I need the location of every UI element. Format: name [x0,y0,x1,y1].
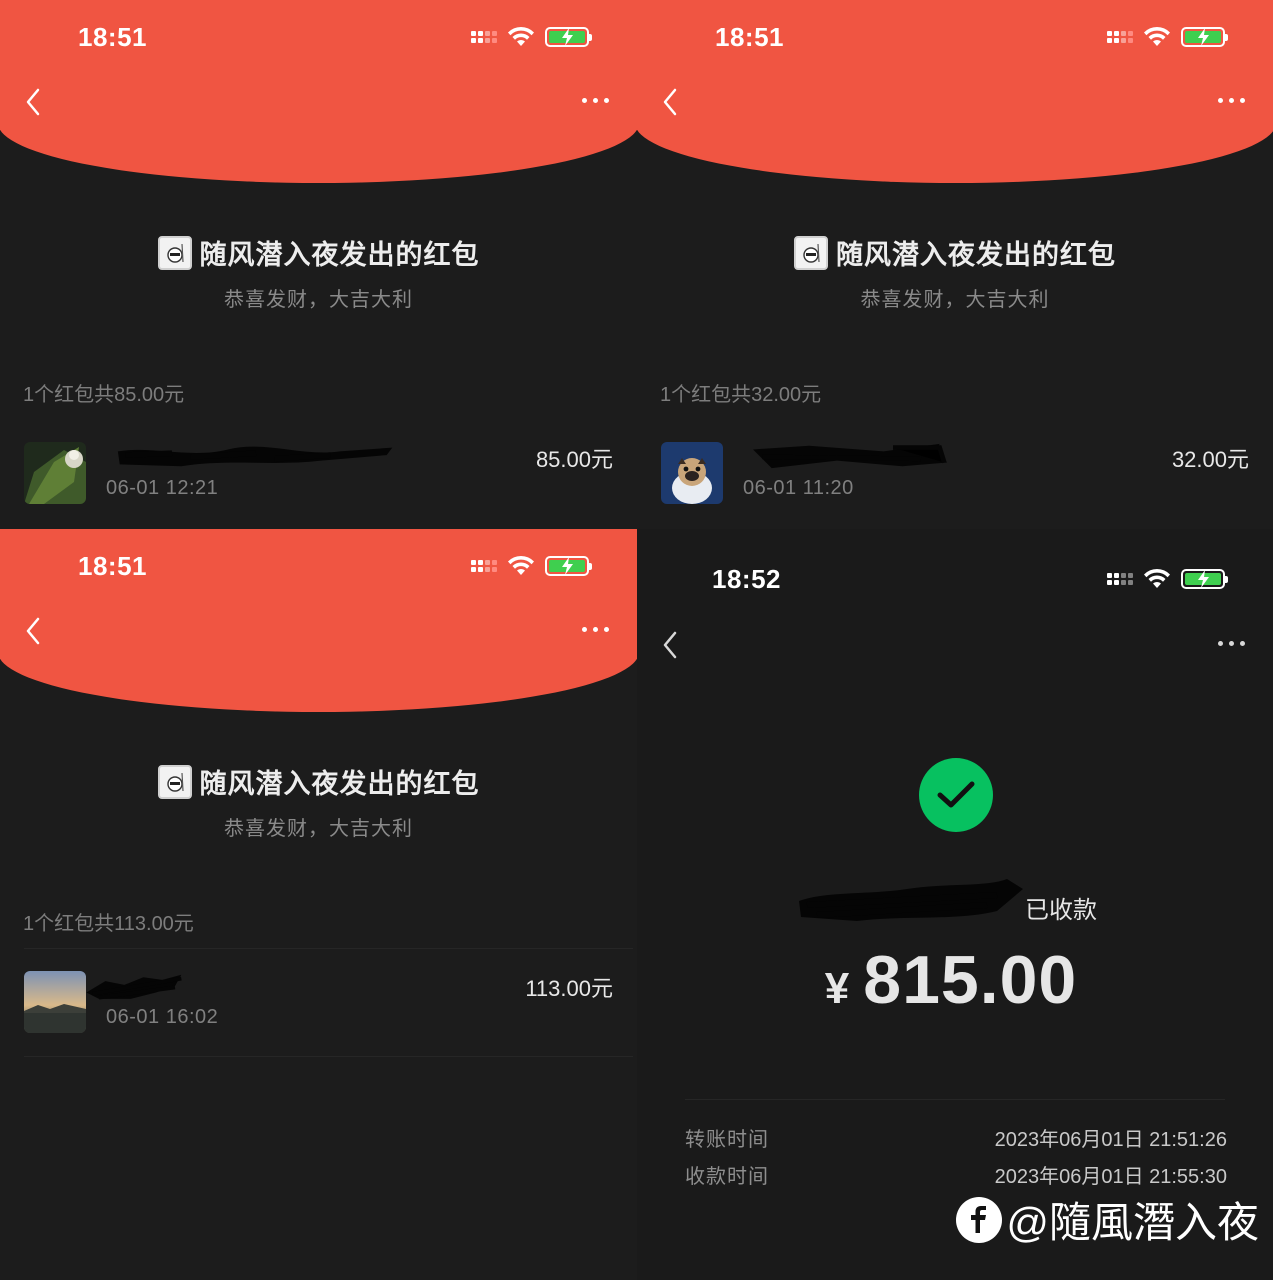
transfer-time-row: 转账时间 2023年06月01日 21:51:26 [685,1123,1227,1152]
back-chevron-icon[interactable] [659,86,683,118]
status-icons [471,555,592,577]
red-packet-panel-1: 18:51 随风潜入夜发出的红包 恭喜发财，大吉大利 1个红包共85.00元 0… [0,0,637,529]
record-time: 06-01 16:02 [106,1006,219,1028]
wifi-icon [1143,26,1171,48]
pug-avatar [661,442,723,504]
packet-summary: 1个红包共32.00元 [660,384,822,406]
sunset-photo-avatar [24,971,86,1033]
sender-title: 随风潜入夜发出的红包 [199,240,480,270]
received-status: 已收款 [797,879,1097,926]
signal-icon [1107,573,1133,585]
red-packet-panel-2: 18:51 随风潜入夜发出的红包 恭喜发财，大吉大利 1个红包共32.00元 0… [637,0,1273,529]
amount-row: ¥ 815.00 [637,941,1273,1019]
packet-summary: 1个红包共85.00元 [23,384,185,406]
more-options-icon[interactable] [1218,98,1245,103]
transfer-time-label: 转账时间 [685,1129,769,1151]
status-time: 18:52 [712,564,781,594]
blessing-text: 恭喜发财，大吉大利 [860,289,1050,311]
watermark: @隨風潛入夜 [956,1189,1259,1250]
leaf-photo-avatar [24,442,86,504]
back-chevron-icon[interactable] [659,629,683,661]
sender-avatar [794,235,828,270]
status-icons [1107,568,1228,590]
receive-time-label: 收款时间 [685,1166,769,1188]
redacted-name [117,446,393,467]
divider [685,1099,1225,1100]
signal-icon [471,31,497,43]
blessing-text: 恭喜发财，大吉大利 [224,818,413,840]
more-options-icon[interactable] [1218,641,1245,646]
sender-avatar [157,235,192,270]
packet-summary: 1个红包共113.00元 [23,913,194,935]
transfer-received-panel: 18:52 已收款 ¥ 815.00 转账时间 2023年06月01日 21:5… [637,529,1273,1280]
sender-title: 随风潜入夜发出的红包 [836,240,1116,270]
redacted-name [86,974,182,1000]
record-amount: 113.00元 [525,976,613,1001]
currency-symbol: ¥ [824,964,850,1013]
divider [24,1056,633,1057]
status-time: 18:51 [715,22,784,52]
signal-icon [1107,31,1133,43]
red-packet-panel-3: 18:51 随风潜入夜发出的红包 恭喜发财，大吉大利 1个红包共113.00元 … [0,529,637,1280]
sender-row: 随风潜入夜发出的红包 [637,233,1273,272]
platform-logo-icon [956,1196,1003,1243]
divider [24,948,633,949]
sender-avatar [157,764,192,799]
receive-time-row: 收款时间 2023年06月01日 21:55:30 [685,1160,1227,1189]
wifi-icon [507,555,535,577]
receive-time-value: 2023年06月01日 21:55:30 [994,1166,1227,1188]
list-item[interactable]: 06-01 12:21 85.00元 [24,442,613,506]
battery-icon [1181,27,1228,47]
transfer-time-value: 2023年06月01日 21:51:26 [994,1129,1227,1151]
record-time: 06-01 12:21 [106,477,219,499]
list-item[interactable]: 06-01 11:20 32.00元 [661,442,1249,506]
wifi-icon [507,26,535,48]
battery-icon [545,556,592,576]
record-amount: 85.00元 [535,447,613,472]
redacted-name [799,879,1023,921]
back-chevron-icon[interactable] [22,86,46,118]
battery-icon [545,27,592,47]
status-time: 18:51 [78,551,147,581]
received-label: 已收款 [1025,897,1097,924]
signal-icon [471,560,497,572]
sender-row: 随风潜入夜发出的红包 [0,762,637,801]
sender-row: 随风潜入夜发出的红包 [0,233,637,272]
blessing-text: 恭喜发财，大吉大利 [224,289,413,311]
battery-icon [1181,569,1228,589]
wifi-icon [1143,568,1171,590]
list-item[interactable]: 06-01 16:02 113.00元 [24,971,613,1035]
transfer-amount: 815.00 [863,942,1078,1018]
status-icons [1107,26,1228,48]
record-amount: 32.00元 [1171,447,1249,472]
status-icons [471,26,592,48]
back-chevron-icon[interactable] [22,615,46,647]
checkmark-icon [919,758,993,832]
status-time: 18:51 [78,22,147,52]
sender-title: 随风潜入夜发出的红包 [199,769,480,799]
record-time: 06-01 11:20 [743,477,854,499]
redacted-name [753,443,948,469]
more-options-icon[interactable] [582,627,609,632]
watermark-text: @隨風潛入夜 [1006,1199,1259,1246]
more-options-icon[interactable] [582,98,609,103]
